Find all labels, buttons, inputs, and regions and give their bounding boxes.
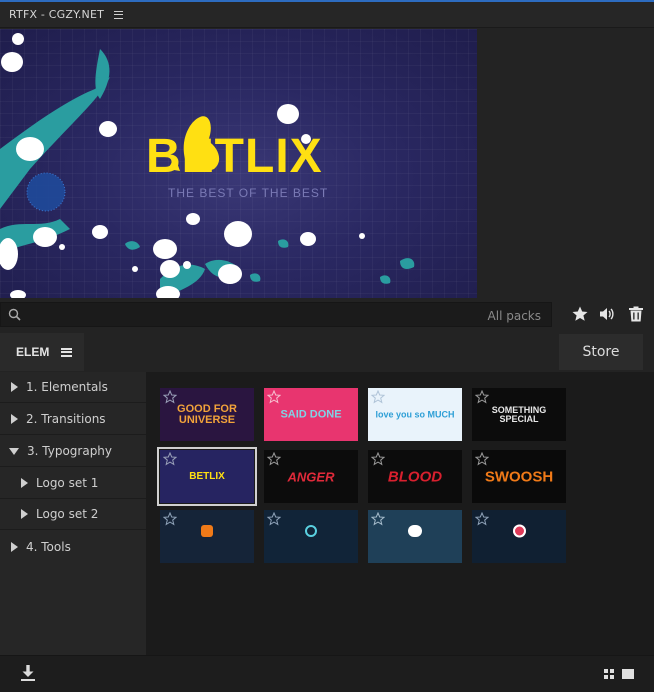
favorite-star-icon[interactable]	[371, 452, 385, 466]
preset-thumbnail[interactable]	[368, 510, 462, 563]
collapse-arrow-icon[interactable]	[9, 447, 19, 455]
tab-elem[interactable]: ELEM	[0, 333, 84, 371]
expand-arrow-icon[interactable]	[21, 478, 28, 488]
logo-mark	[160, 525, 254, 539]
tree-item-tools[interactable]: 4. Tools	[0, 531, 146, 562]
preset-title: SAID DONE	[280, 408, 342, 420]
tab-elem-label: ELEM	[16, 345, 50, 359]
favorite-star-icon[interactable]	[371, 390, 385, 404]
preset-title: BETLIX	[189, 470, 225, 482]
preset-thumbnail[interactable]: GOOD FOR UNIVERSE	[160, 388, 254, 441]
store-button[interactable]: Store	[559, 334, 643, 370]
preset-thumbnail[interactable]: SAID DONE	[264, 388, 358, 441]
expand-arrow-icon[interactable]	[11, 382, 18, 392]
bottom-bar	[0, 655, 654, 692]
window-title: RTFX - CGZY.NET	[9, 8, 105, 21]
speaker-icon[interactable]	[598, 305, 616, 323]
tree-item-logo-set-1[interactable]: Logo set 1	[0, 468, 146, 499]
favorite-star-icon[interactable]	[475, 390, 489, 404]
preset-thumbnail[interactable]: BLOOD	[368, 450, 462, 503]
tree-item-label: 4. Tools	[26, 539, 71, 554]
panel-menu-icon[interactable]	[114, 10, 124, 19]
preview-logo-tagline: THE BEST OF THE BEST	[168, 186, 329, 200]
trash-icon[interactable]	[627, 305, 645, 323]
preset-title: ANGER	[287, 469, 335, 484]
download-icon[interactable]	[20, 664, 36, 682]
preset-thumbnail[interactable]: BETLIX	[157, 447, 257, 506]
favorite-star-icon[interactable]	[163, 452, 177, 466]
grid-view-icon[interactable]	[604, 669, 614, 679]
hamburger-icon[interactable]	[61, 347, 73, 357]
preset-thumbnail[interactable]	[264, 510, 358, 563]
preset-title: SWOOSH	[484, 468, 554, 485]
preview-area: BETLIX THE BEST OF THE BEST	[0, 29, 654, 298]
preset-thumbnail[interactable]: SOMETHING SPECIAL	[472, 388, 566, 441]
logo-mark	[472, 524, 566, 540]
preview-player[interactable]: BETLIX THE BEST OF THE BEST	[0, 29, 477, 298]
tree-item-label: 2. Transitions	[26, 412, 106, 426]
favorite-star-icon[interactable]	[267, 512, 281, 526]
favorite-star-icon[interactable]	[163, 512, 177, 526]
preset-thumbnail[interactable]	[472, 510, 566, 563]
expand-arrow-icon[interactable]	[11, 414, 18, 424]
favorite-star-icon[interactable]	[267, 452, 281, 466]
preset-title: BLOOD	[387, 468, 443, 485]
tree-item-label: 3. Typography	[27, 444, 113, 458]
logo-mark	[368, 525, 462, 539]
search-icon	[8, 308, 21, 321]
tree-item-label: Logo set 1	[36, 476, 99, 490]
search-input[interactable]	[21, 307, 488, 322]
preset-thumbnail[interactable]: ANGER	[264, 450, 358, 503]
tree-item-logo-set-2[interactable]: Logo set 2	[0, 499, 146, 530]
category-tree: 1. Elementals 2. Transitions 3. Typograp…	[0, 372, 146, 655]
preview-logo-text: BETLIX	[146, 130, 323, 183]
tree-item-elementals[interactable]: 1. Elementals	[0, 372, 146, 403]
preset-title: love you so MUCH	[375, 409, 455, 419]
logo-mark	[264, 525, 358, 539]
tree-item-transitions[interactable]: 2. Transitions	[0, 404, 146, 435]
star-icon[interactable]	[571, 305, 589, 323]
tree-item-label: Logo set 2	[36, 507, 99, 521]
expand-arrow-icon[interactable]	[21, 509, 28, 519]
preset-grid: GOOD FOR UNIVERSE SAID DONE love you so …	[146, 372, 654, 655]
favorite-star-icon[interactable]	[475, 452, 489, 466]
search-bar: All packs	[0, 302, 552, 327]
tree-item-typography[interactable]: 3. Typography	[0, 436, 146, 467]
packs-filter-dropdown[interactable]: All packs	[488, 309, 551, 323]
tree-item-label: 1. Elementals	[26, 380, 108, 394]
preset-thumbnail[interactable]: love you so MUCH	[368, 388, 462, 441]
expand-arrow-icon[interactable]	[11, 541, 18, 552]
preset-title: SOMETHING SPECIAL	[491, 404, 547, 424]
favorite-star-icon[interactable]	[371, 512, 385, 526]
preset-thumbnail[interactable]	[160, 510, 254, 563]
list-view-icon[interactable]	[622, 669, 634, 679]
favorite-star-icon[interactable]	[163, 390, 177, 404]
title-bar: RTFX - CGZY.NET	[0, 2, 654, 28]
favorite-star-icon[interactable]	[267, 390, 281, 404]
preset-thumbnail[interactable]: SWOOSH	[472, 450, 566, 503]
preset-title: GOOD FOR UNIVERSE	[177, 402, 237, 426]
